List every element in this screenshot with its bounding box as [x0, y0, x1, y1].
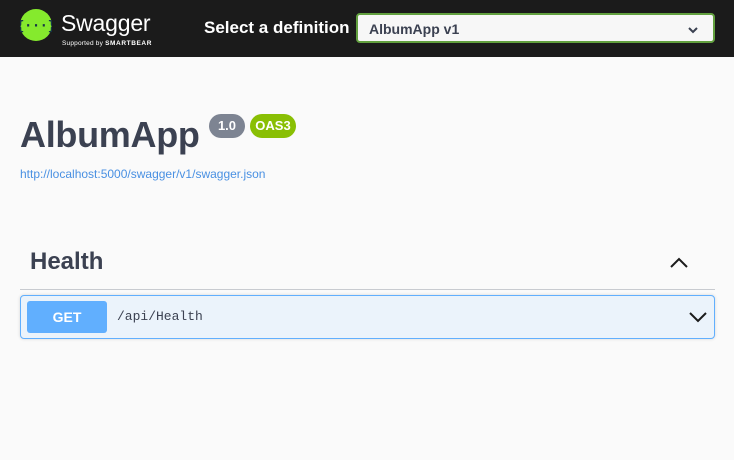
chevron-up-icon[interactable]: [669, 256, 689, 275]
api-title: AlbumApp: [20, 114, 200, 155]
tag-section-health: Health GET /api/Health: [20, 240, 715, 339]
spec-url-link[interactable]: http://localhost:5000/swagger/v1/swagger…: [20, 167, 265, 181]
swagger-logo-icon: {···}: [20, 9, 52, 41]
brand-sub-company: SMARTBEAR: [105, 40, 153, 47]
chevron-down-icon: [687, 23, 699, 41]
tag-name: Health: [30, 248, 104, 275]
swagger-logo[interactable]: {···} Swagger Supported by SMARTBEAR: [20, 9, 170, 49]
http-method-badge: GET: [27, 301, 107, 333]
svg-text:{···}: {···}: [20, 19, 52, 34]
definition-select[interactable]: AlbumApp v1: [356, 13, 715, 43]
definition-label: Select a definition: [204, 18, 350, 37]
brand-name: Swagger: [61, 10, 151, 36]
oas-badge: OAS3: [250, 114, 296, 138]
tag-header[interactable]: Health: [20, 240, 715, 290]
brand-subtitle: Supported by SMARTBEAR: [62, 40, 152, 47]
definition-selected-value: AlbumApp v1: [369, 21, 460, 37]
operation-get-api-health[interactable]: GET /api/Health: [20, 295, 715, 339]
operation-path: /api/Health: [117, 309, 203, 324]
version-badge: 1.0: [209, 114, 245, 138]
brand-sub-prefix: Supported by: [62, 40, 104, 47]
chevron-down-icon[interactable]: [688, 310, 708, 329]
top-bar: {···} Swagger Supported by SMARTBEAR Sel…: [0, 0, 734, 57]
